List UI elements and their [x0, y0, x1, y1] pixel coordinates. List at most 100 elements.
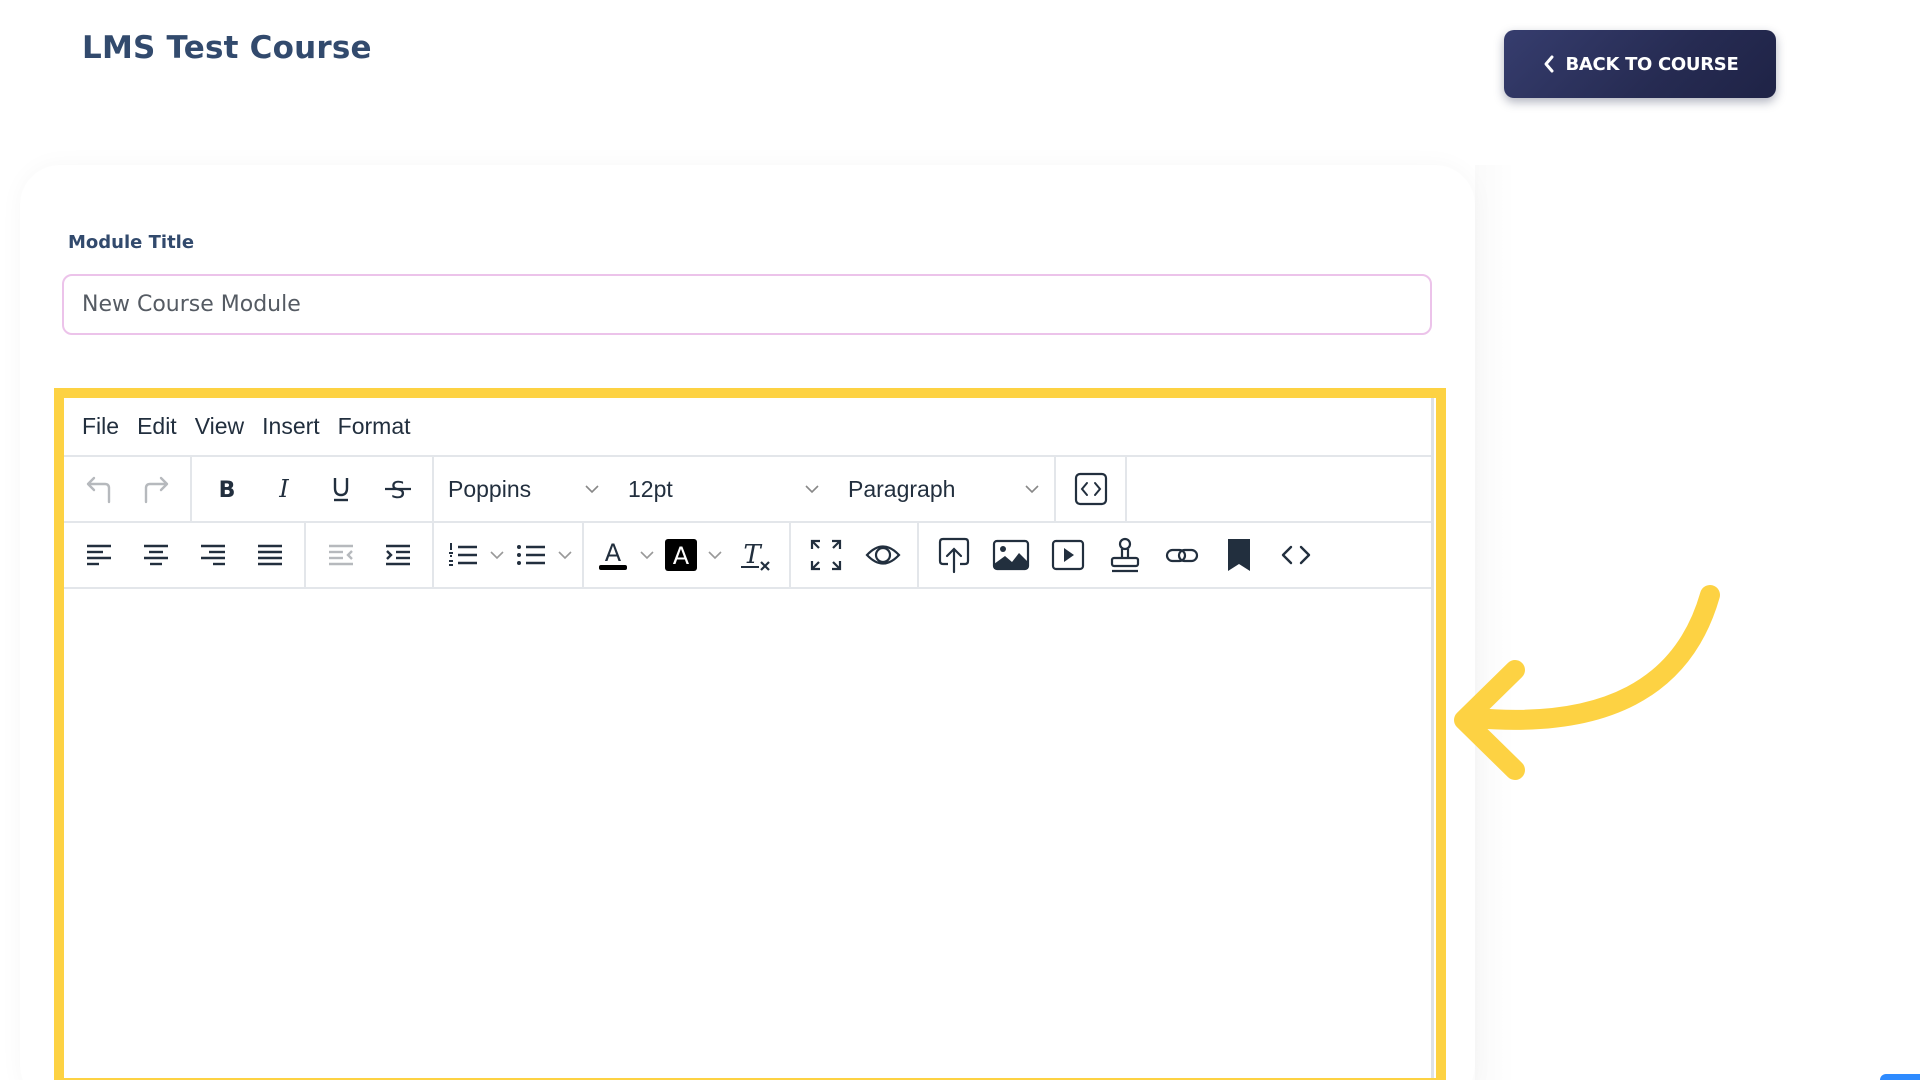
outdent-icon	[328, 544, 353, 566]
preview-button[interactable]	[854, 530, 911, 580]
image-icon	[992, 539, 1029, 571]
svg-text:A: A	[605, 539, 622, 567]
link-button[interactable]	[1153, 530, 1210, 580]
text-color-icon: A	[599, 539, 627, 570]
chevron-down-icon	[490, 551, 504, 560]
code-icon	[1281, 545, 1310, 565]
history-group	[64, 457, 192, 521]
indent-icon	[385, 544, 410, 566]
media-button[interactable]	[1039, 530, 1096, 580]
indent-group	[306, 523, 434, 587]
align-justify-icon	[257, 544, 282, 566]
bookmark-button[interactable]	[1210, 530, 1267, 580]
upload-icon	[938, 537, 969, 574]
preview-icon	[864, 545, 901, 565]
svg-text:T: T	[743, 540, 762, 570]
svg-text:A: A	[673, 542, 690, 570]
align-left-button[interactable]	[70, 530, 127, 580]
color-group: A A T	[584, 523, 791, 587]
source-code-icon	[1074, 472, 1107, 506]
chevron-down-icon	[1025, 485, 1039, 494]
alignment-group	[64, 523, 306, 587]
font-family-value: Poppins	[448, 475, 532, 502]
block-format-select[interactable]: Paragraph	[834, 464, 1054, 514]
upload-button[interactable]	[925, 530, 982, 580]
bullet-list-button[interactable]	[508, 530, 576, 580]
indent-button[interactable]	[369, 530, 426, 580]
align-right-icon	[200, 544, 225, 566]
page-title: LMS Test Course	[82, 30, 372, 66]
menu-format[interactable]: Format	[329, 413, 420, 440]
source-code-button[interactable]	[1062, 464, 1119, 514]
menu-insert[interactable]: Insert	[253, 413, 329, 440]
chevron-down-icon	[640, 551, 654, 560]
media-icon	[1051, 539, 1084, 571]
chevron-down-icon	[805, 485, 819, 494]
align-center-button[interactable]	[127, 530, 184, 580]
font-size-select[interactable]: 12pt	[614, 464, 834, 514]
undo-button[interactable]	[70, 464, 127, 514]
clear-formatting-icon: T	[740, 540, 770, 571]
editor-toolbar-row-2: A A T	[64, 523, 1431, 589]
link-icon	[1165, 548, 1198, 563]
editor-content-area[interactable]	[64, 589, 1431, 1080]
stamp-icon	[1110, 537, 1139, 573]
chevron-left-icon	[1542, 54, 1556, 74]
back-to-course-label: BACK TO COURSE	[1565, 53, 1739, 75]
redo-icon	[144, 476, 168, 504]
align-right-button[interactable]	[184, 530, 241, 580]
scroll-indicator	[1880, 1074, 1920, 1080]
back-to-course-button[interactable]: BACK TO COURSE	[1504, 30, 1776, 98]
source-group	[1056, 457, 1127, 521]
numbered-list-button[interactable]	[440, 530, 508, 580]
fullscreen-icon	[810, 539, 841, 571]
editor-toolbar-row-1: B I S Poppins 12pt Paragraph	[64, 457, 1431, 523]
svg-text:S: S	[390, 478, 405, 504]
font-family-select[interactable]: Poppins	[434, 464, 614, 514]
fullscreen-button[interactable]	[797, 530, 854, 580]
chevron-down-icon	[558, 551, 572, 560]
svg-text:I: I	[278, 475, 289, 503]
code-button[interactable]	[1267, 530, 1324, 580]
module-title-label: Module Title	[68, 232, 195, 253]
formatting-group: B I S	[192, 457, 434, 521]
rich-text-editor: File Edit View Insert Format B I S Poppi…	[64, 398, 1434, 1080]
bookmark-icon	[1227, 539, 1250, 571]
editor-menubar: File Edit View Insert Format	[64, 398, 1431, 457]
italic-icon: I	[278, 475, 289, 503]
menu-view[interactable]: View	[186, 413, 253, 440]
text-color-button[interactable]: A	[590, 530, 658, 580]
numbered-list-icon	[449, 543, 477, 566]
highlight-color-button[interactable]: A	[658, 530, 726, 580]
bold-button[interactable]: B	[198, 464, 255, 514]
outdent-button[interactable]	[312, 530, 369, 580]
strikethrough-button[interactable]: S	[369, 464, 426, 514]
menu-file[interactable]: File	[82, 413, 128, 440]
bold-icon: B	[218, 478, 235, 503]
annotation-arrow-icon	[1454, 585, 1720, 780]
bullet-list-icon	[517, 545, 545, 565]
redo-button[interactable]	[127, 464, 184, 514]
italic-button[interactable]: I	[255, 464, 312, 514]
align-left-icon	[86, 544, 111, 566]
view-group	[791, 523, 919, 587]
underline-button[interactable]	[312, 464, 369, 514]
block-format-value: Paragraph	[848, 475, 956, 502]
image-button[interactable]	[982, 530, 1039, 580]
highlight-color-icon: A	[665, 539, 697, 571]
align-center-icon	[143, 544, 168, 566]
strikethrough-icon: S	[384, 478, 411, 504]
undo-icon	[86, 476, 110, 504]
stamp-button[interactable]	[1096, 530, 1153, 580]
module-title-input[interactable]	[62, 274, 1432, 335]
menu-edit[interactable]: Edit	[128, 413, 186, 440]
chevron-down-icon	[585, 485, 599, 494]
font-select-group: Poppins 12pt Paragraph	[434, 457, 1056, 521]
font-size-value: 12pt	[628, 475, 673, 502]
list-group	[434, 523, 584, 587]
svg-text:B: B	[218, 478, 235, 503]
clear-formatting-button[interactable]: T	[726, 530, 783, 580]
align-justify-button[interactable]	[241, 530, 298, 580]
insert-group	[919, 523, 1330, 587]
chevron-down-icon	[708, 551, 722, 560]
